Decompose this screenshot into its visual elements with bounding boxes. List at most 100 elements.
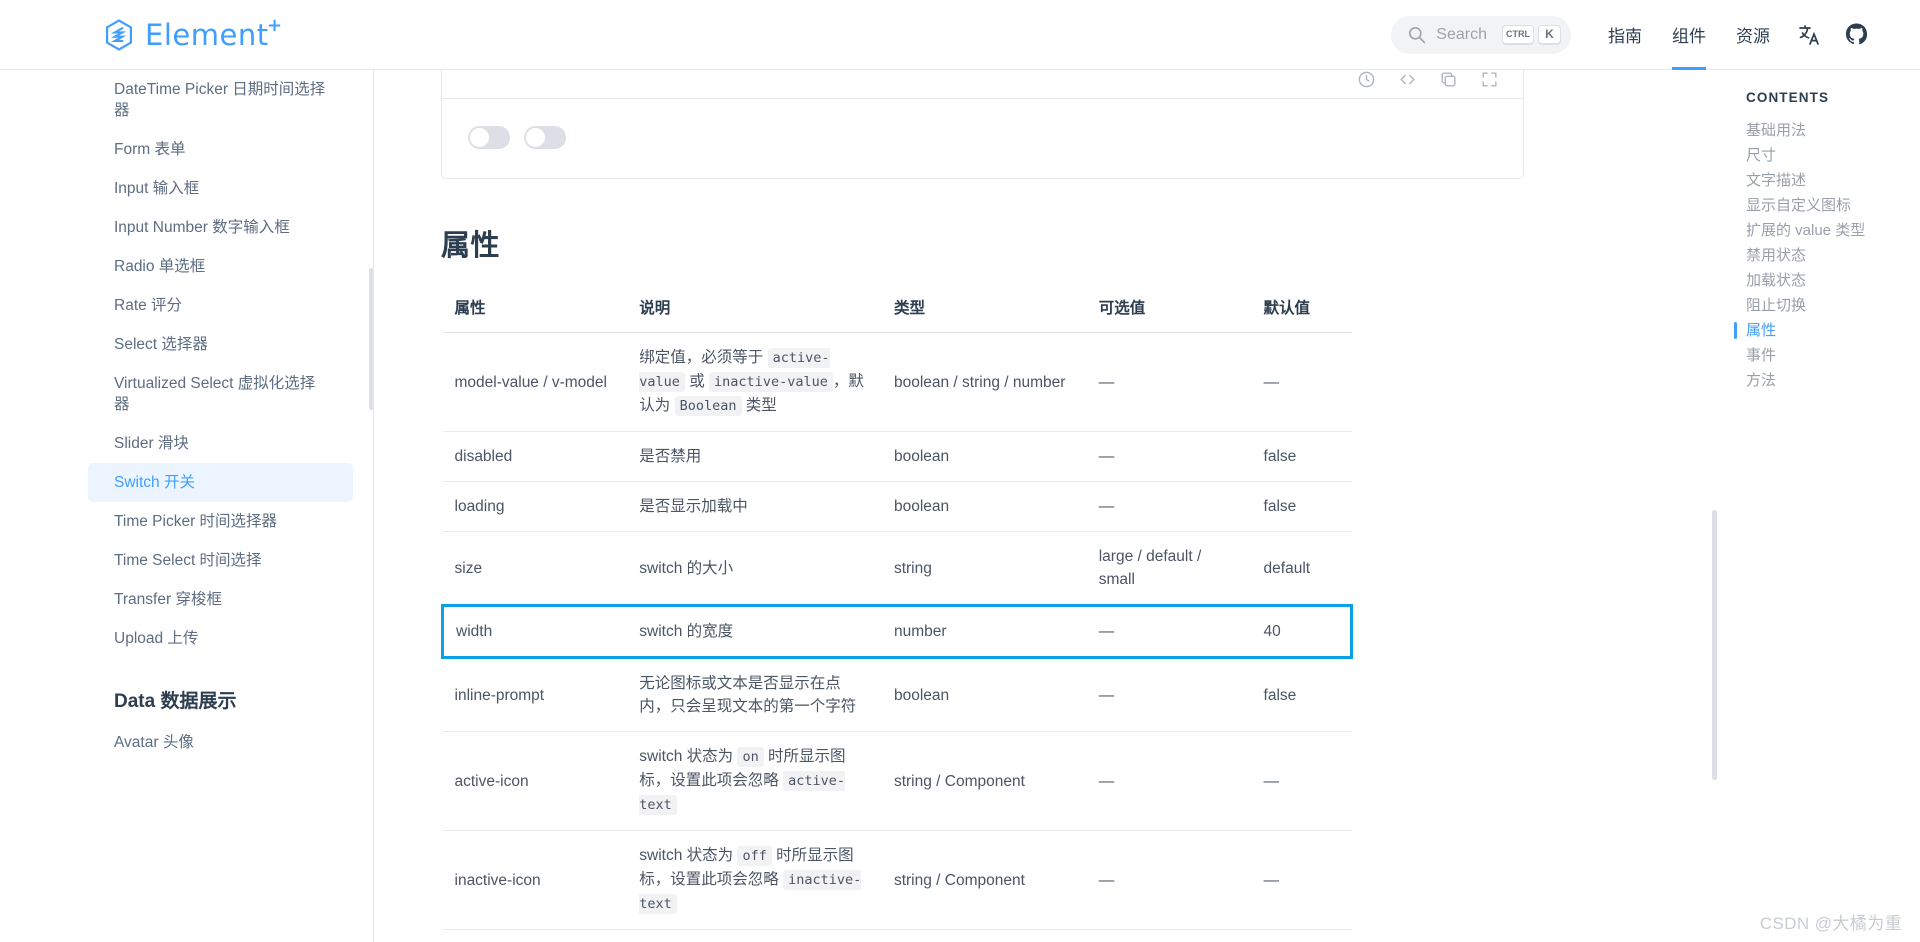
cell-type: string / Component [881, 830, 1087, 930]
search-label: Search [1436, 25, 1487, 43]
nav-item-resources[interactable]: 资源 [1721, 0, 1785, 70]
nav-item-components[interactable]: 组件 [1657, 0, 1721, 70]
github-link-button[interactable] [1833, 0, 1880, 70]
cell-description: 绑定值，必须等于 active-value 或 inactive-value ，默… [627, 332, 882, 432]
cell-attribute: active-icon [442, 731, 628, 831]
toc-item[interactable]: 阻止切换 [1746, 293, 1920, 318]
description-text: switch 的宽度 [639, 623, 734, 640]
toc-item[interactable]: 文字描述 [1746, 168, 1920, 193]
description-text: switch 的大小 [639, 559, 734, 577]
expand-icon[interactable] [1480, 70, 1499, 89]
toc-item[interactable]: 加载状态 [1746, 268, 1920, 293]
inline-code: inactive-value [709, 372, 833, 392]
demo-switches [442, 99, 1523, 178]
cell-attribute: disabled [442, 431, 628, 482]
table-row: disabled 是否禁用 boolean — false [442, 431, 1352, 482]
sidebar-item[interactable]: Input Number 数字输入框 [88, 208, 353, 247]
sidebar-item[interactable]: Time Picker 时间选择器 [88, 502, 353, 541]
sidebar-item[interactable]: Upload 上传 [88, 619, 353, 658]
watermark: CSDN @大橘为重 [1759, 914, 1902, 933]
sidebar-group-title: Data 数据展示 [114, 691, 237, 712]
table-body: model-value / v-model 绑定值，必须等于 active-val… [441, 332, 1353, 930]
sidebar-item[interactable]: Radio 单选框 [88, 247, 353, 286]
cell-description: 是否显示加载中 [627, 481, 882, 532]
table-row: width switch 的宽度 number —40 [441, 604, 1353, 659]
sidebar-item[interactable]: Form 表单 [88, 130, 353, 169]
table-row: loading 是否显示加载中 boolean — false [442, 481, 1352, 532]
inline-code: on [737, 747, 764, 767]
clock-icon[interactable] [1357, 70, 1376, 89]
cell-type: string / Component [881, 731, 1087, 831]
sidebar-item[interactable]: Time Select 时间选择 [88, 541, 353, 580]
cell-attribute: inactive-icon [442, 830, 628, 930]
description-text: 或 [684, 373, 710, 390]
toc-item[interactable]: 禁用状态 [1746, 243, 1920, 268]
search-button[interactable]: Search CTRL K [1391, 15, 1571, 54]
toc-item[interactable]: 方法 [1746, 368, 1920, 393]
toc-item[interactable]: 基础用法 [1746, 118, 1920, 143]
cell-default: — [1251, 830, 1352, 930]
nav-item-guide[interactable]: 指南 [1593, 0, 1657, 70]
cell-description: switch 状态为 on 时所显示图标，设置此项会忽略 active-text [627, 731, 882, 831]
demo-switch[interactable] [524, 126, 566, 149]
demo-switch[interactable] [468, 126, 510, 149]
toc-item[interactable]: 尺寸 [1746, 143, 1920, 168]
sidebar-item[interactable]: Slider 滑块 [88, 424, 353, 463]
sidebar-item[interactable]: Input 输入框 [88, 169, 353, 208]
toc-item[interactable]: 显示自定义图标 [1746, 193, 1920, 218]
cell-default: default [1251, 531, 1352, 606]
language-switch-button[interactable] [1785, 0, 1833, 70]
main-content: 属性 属性 说明 类型 可选值 默认值 model-value / v-mode… [374, 70, 1720, 942]
sidebar-item[interactable]: Rate 评分 [88, 286, 353, 325]
sidebar-item[interactable]: Virtualized Select 虚拟化选择器 [88, 364, 353, 424]
toc-list: 基础用法 尺寸 文字描述 显示自定义图标 扩展的 value 类型 禁用状态 加载状态 阻止切… [1734, 118, 1920, 393]
demo-card [441, 70, 1524, 179]
cell-description: 无论图标或文本是否显示在点内，只会呈现文本的第一个字符 [627, 657, 882, 732]
cell-options: — [1086, 604, 1252, 659]
table-row: inline-prompt 无论图标或文本是否显示在点内，只会呈现文本的第一个字符… [442, 657, 1352, 732]
kbd-k: K [1538, 24, 1561, 45]
cell-options: large / default / small [1086, 531, 1252, 606]
toc-item[interactable]: 属性 [1734, 318, 1920, 343]
description-text: 绑定值，必须等于 [639, 349, 768, 366]
page-section-title: 属性 [441, 230, 501, 262]
search-shortcut: CTRL K [1502, 24, 1561, 45]
table-of-contents: CONTENTS 基础用法 尺寸 文字描述 显示自定义图标 扩展的 value 类型 禁用… [1720, 70, 1920, 942]
cell-options: — [1086, 830, 1252, 930]
table-row: model-value / v-model 绑定值，必须等于 active-val… [442, 332, 1352, 432]
copy-icon[interactable] [1439, 70, 1458, 89]
sidebar-item[interactable]: Transfer 穿梭框 [88, 580, 353, 619]
cell-type: string [881, 531, 1087, 606]
main-scrollbar[interactable] [1712, 510, 1717, 780]
inline-code: Boolean [674, 396, 742, 416]
code-icon[interactable] [1398, 70, 1417, 89]
cell-options: — [1086, 481, 1252, 532]
search-icon [1409, 26, 1426, 44]
cell-options: — [1086, 431, 1252, 482]
inline-code: off [737, 846, 772, 866]
cell-options: — [1086, 731, 1252, 831]
cell-type: number [881, 604, 1087, 659]
cell-options: — [1086, 332, 1252, 432]
sidebar-item[interactable]: DateTime Picker 日期时间选择器 [88, 70, 353, 130]
kbd-ctrl: CTRL [1502, 24, 1534, 45]
cell-default: — [1251, 332, 1352, 432]
toc-item[interactable]: 扩展的 value 类型 [1746, 218, 1920, 243]
left-sidebar[interactable]: DateTime Picker 日期时间选择器 Form 表单 Input 输入框 I… [0, 70, 374, 942]
cell-description: switch 状态为 off 时所显示图标，设置此项会忽略 inactive-t… [627, 830, 882, 930]
sidebar-item[interactable]: Select 选择器 [88, 325, 353, 364]
description-text: 类型 [741, 397, 777, 414]
logo-text: Element + [145, 15, 282, 52]
sidebar-item[interactable]: Avatar 头像 [88, 723, 353, 762]
sidebar-item[interactable]: Switch 开关 [88, 463, 353, 502]
logo[interactable]: Element + [102, 15, 282, 52]
th-attribute: 属性 [442, 286, 628, 333]
description-text: switch 状态为 [639, 847, 738, 864]
sidebar-nav: DateTime Picker 日期时间选择器 Form 表单 Input 输入框 I… [0, 70, 373, 762]
element-plus-logo-icon [105, 18, 133, 51]
cell-description: 是否禁用 [627, 431, 882, 482]
cell-default: false [1251, 481, 1352, 532]
toc-item[interactable]: 事件 [1746, 343, 1920, 368]
table-row: active-icon switch 状态为 on 时所显示图标，设置此项会忽略 … [442, 731, 1352, 831]
th-description: 说明 [627, 286, 882, 333]
